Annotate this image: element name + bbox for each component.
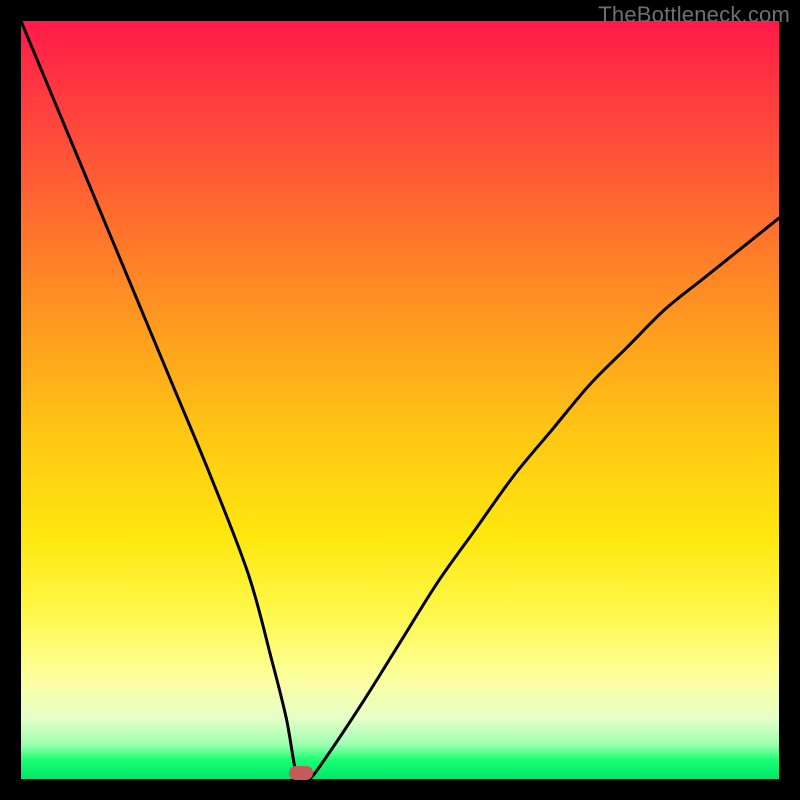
optimal-marker [289,766,313,780]
plot-area [21,21,779,779]
watermark-text: TheBottleneck.com [598,2,790,28]
bottleneck-curve [21,21,779,779]
